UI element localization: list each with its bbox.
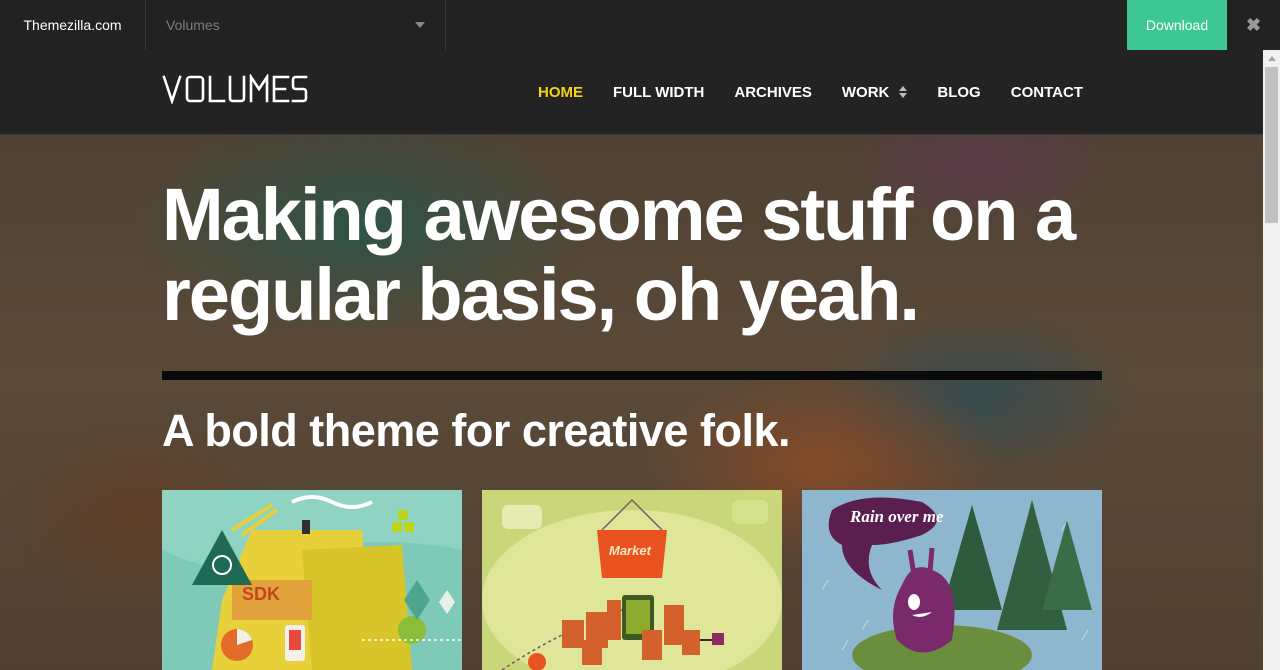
nav-contact[interactable]: CONTACT bbox=[1011, 84, 1083, 101]
vertical-scrollbar[interactable] bbox=[1263, 50, 1280, 670]
theme-select[interactable]: Volumes bbox=[146, 0, 446, 50]
nav-full-width[interactable]: FULL WIDTH bbox=[613, 84, 704, 101]
hero-divider bbox=[162, 371, 1102, 380]
hero-subhead: A bold theme for creative folk. bbox=[162, 405, 790, 456]
nav-work[interactable]: WORK bbox=[842, 84, 908, 101]
portfolio-item-sdk[interactable]: SDK bbox=[162, 490, 462, 670]
site-header: HOME FULL WIDTH ARCHIVES WORK BLOG CONTA… bbox=[0, 50, 1263, 135]
demo-bar: Themezilla.com Volumes Download ✖ bbox=[0, 0, 1280, 50]
dropdown-updown-icon bbox=[899, 86, 908, 98]
theme-select-value: Volumes bbox=[166, 17, 220, 33]
nav-home[interactable]: HOME bbox=[538, 84, 583, 101]
chevron-down-icon bbox=[415, 22, 425, 28]
close-icon[interactable]: ✖ bbox=[1227, 0, 1280, 50]
demo-bar-spacer bbox=[446, 0, 1127, 50]
portfolio-item-market[interactable]: Market bbox=[482, 490, 782, 670]
download-button[interactable]: Download bbox=[1127, 0, 1227, 50]
hero-headline: Making awesome stuff on a regular basis,… bbox=[162, 173, 1076, 336]
portfolio-item-rain-over-me[interactable]: Rain over me bbox=[802, 490, 1102, 670]
market-label: Market bbox=[609, 543, 652, 558]
nav-work-label: WORK bbox=[841, 83, 890, 101]
rain-over-me-label: Rain over me bbox=[849, 507, 944, 526]
nav-archives[interactable]: ARCHIVES bbox=[734, 84, 812, 101]
demo-brand-link[interactable]: Themezilla.com bbox=[0, 0, 146, 50]
scrollbar-thumb[interactable] bbox=[1265, 67, 1278, 223]
main-nav: HOME FULL WIDTH ARCHIVES WORK BLOG CONTA… bbox=[538, 50, 1083, 134]
sdk-label: SDK bbox=[242, 584, 280, 604]
nav-blog[interactable]: BLOG bbox=[937, 84, 980, 101]
scroll-up-arrow-icon[interactable] bbox=[1263, 50, 1280, 67]
site-logo[interactable] bbox=[162, 72, 308, 109]
